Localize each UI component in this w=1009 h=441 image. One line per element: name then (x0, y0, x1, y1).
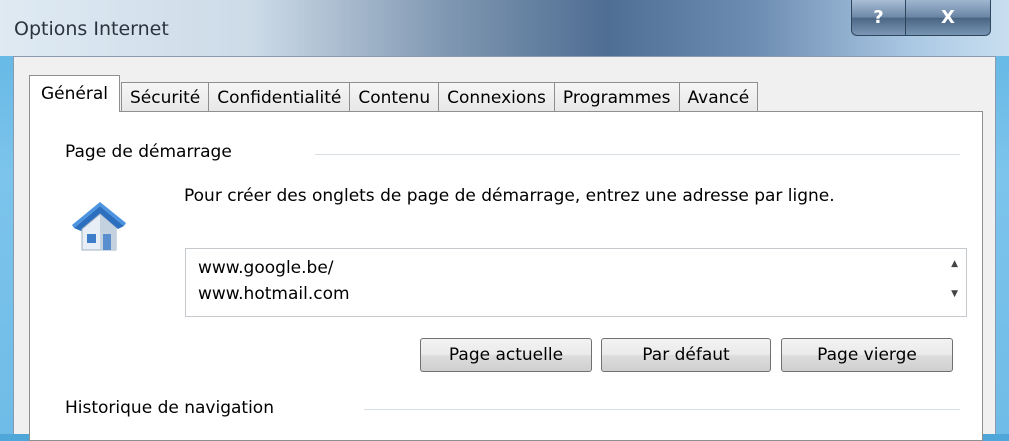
page-actuelle-button[interactable]: Page actuelle (420, 338, 592, 372)
home-icon (72, 202, 126, 251)
tab-label: Contenu (358, 87, 431, 108)
button-label: Page actuelle (448, 345, 564, 365)
tab-avance[interactable]: Avancé (678, 82, 759, 112)
history-group-line (364, 409, 960, 410)
scroll-up-icon[interactable]: ▲ (951, 259, 958, 269)
tab-connexions[interactable]: Connexions (438, 82, 555, 112)
help-button[interactable]: ? (851, 0, 906, 36)
page-vierge-button[interactable]: Page vierge (781, 338, 953, 372)
tab-programmes[interactable]: Programmes (553, 82, 680, 112)
caption-buttons: ? X (851, 0, 991, 38)
tab-strip: Général Sécurité Confidentialité Contenu… (29, 75, 759, 112)
tab-label: Connexions (447, 87, 546, 108)
tab-label: Confidentialité (217, 87, 342, 108)
startup-description: Pour créer des onglets de page de démarr… (184, 186, 835, 206)
tab-label: Général (41, 84, 108, 104)
startup-urls-textarea[interactable]: www.google.be/ www.hotmail.com ▲ ▼ (185, 248, 967, 317)
par-defaut-button[interactable]: Par défaut (601, 338, 771, 372)
title-bar[interactable]: Options Internet ? X (0, 0, 1009, 56)
close-button[interactable]: X (906, 0, 991, 36)
history-group-label: Historique de navigation (65, 398, 280, 418)
tab-label: Avancé (687, 87, 750, 108)
close-icon: X (941, 7, 955, 28)
button-label: Page vierge (817, 345, 917, 365)
tab-general[interactable]: Général (29, 75, 120, 112)
tab-confidentialite[interactable]: Confidentialité (208, 82, 351, 112)
startup-group-line (315, 154, 960, 155)
button-label: Par défaut (642, 345, 730, 365)
scroll-down-icon[interactable]: ▼ (951, 289, 958, 299)
dialog-client-area: Général Sécurité Confidentialité Contenu… (13, 56, 996, 441)
window-title: Options Internet (14, 18, 169, 40)
tab-contenu[interactable]: Contenu (349, 82, 440, 112)
startup-group-label: Page de démarrage (65, 142, 238, 162)
startup-urls-value: www.google.be/ www.hotmail.com (198, 258, 350, 304)
help-icon: ? (873, 7, 884, 28)
tab-label: Sécurité (130, 87, 201, 108)
tab-securite[interactable]: Sécurité (121, 82, 210, 112)
tab-label: Programmes (562, 87, 671, 108)
general-tab-panel: Page de démarrage Pour créer des onglets… (29, 111, 983, 441)
options-internet-window: Options Internet ? X Général Sécurité Co… (0, 0, 1009, 441)
